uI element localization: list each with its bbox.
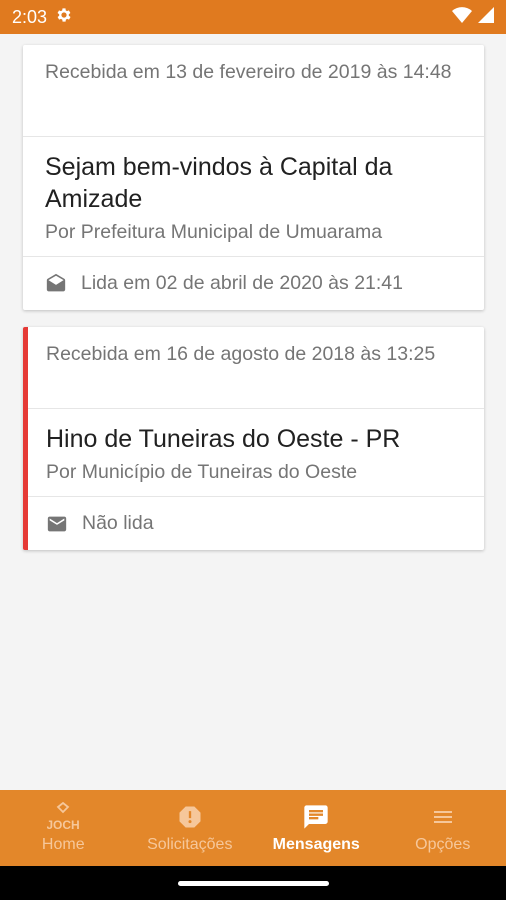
nav-label: Mensagens xyxy=(272,836,360,853)
message-card[interactable]: Recebida em 13 de fevereiro de 2019 às 1… xyxy=(23,45,484,310)
nav-label: Home xyxy=(41,836,85,853)
nav-label: Opções xyxy=(415,836,471,853)
nav-home[interactable]: JOCH Home xyxy=(0,790,127,866)
gesture-navigation-bar xyxy=(0,866,506,900)
received-date: Recebida em 13 de fevereiro de 2019 às 1… xyxy=(23,45,484,137)
mail-closed-icon xyxy=(46,513,68,535)
message-body: Sejam bem-vindos à Capital da Amizade Po… xyxy=(23,137,484,257)
message-body: Hino de Tuneiras do Oeste - PR Por Munic… xyxy=(28,409,484,497)
message-title: Hino de Tuneiras do Oeste - PR xyxy=(46,425,401,453)
message-card[interactable]: Recebida em 16 de agosto de 2018 às 13:2… xyxy=(23,327,484,550)
settings-gear-icon xyxy=(55,6,73,29)
nav-solicitacoes[interactable]: Solicitações xyxy=(127,790,254,866)
alert-octagon-icon xyxy=(174,802,206,832)
menu-icon xyxy=(427,802,459,832)
read-status: Não lida xyxy=(28,497,484,550)
read-status-text: Lida em 02 de abril de 2020 às 21:41 xyxy=(81,272,403,294)
messages-list: Recebida em 13 de fevereiro de 2019 às 1… xyxy=(0,34,506,790)
nav-label: Solicitações xyxy=(147,836,233,853)
read-status-text: Não lida xyxy=(82,512,154,534)
home-gesture-handle[interactable] xyxy=(178,881,329,886)
signal-icon xyxy=(478,6,494,28)
mail-open-icon xyxy=(45,273,67,295)
message-title: Sejam bem-vindos à Capital da Amizade xyxy=(45,153,393,213)
message-author: Por Prefeitura Municipal de Umuarama xyxy=(45,221,383,243)
status-bar: 2:03 xyxy=(0,0,506,34)
nav-mensagens[interactable]: Mensagens xyxy=(253,790,380,866)
message-author: Por Município de Tuneiras do Oeste xyxy=(46,461,358,483)
clock: 2:03 xyxy=(12,6,48,27)
read-status: Lida em 02 de abril de 2020 às 21:41 xyxy=(23,257,484,310)
bottom-navigation: JOCH Home Solicitações Mensagens Opções xyxy=(0,790,506,866)
svg-text:JOCH: JOCH xyxy=(47,818,79,832)
joch-logo-icon: JOCH xyxy=(47,802,79,832)
wifi-icon xyxy=(452,6,472,28)
message-icon xyxy=(300,802,332,832)
nav-opcoes[interactable]: Opções xyxy=(380,790,506,866)
received-date: Recebida em 16 de agosto de 2018 às 13:2… xyxy=(28,327,484,409)
